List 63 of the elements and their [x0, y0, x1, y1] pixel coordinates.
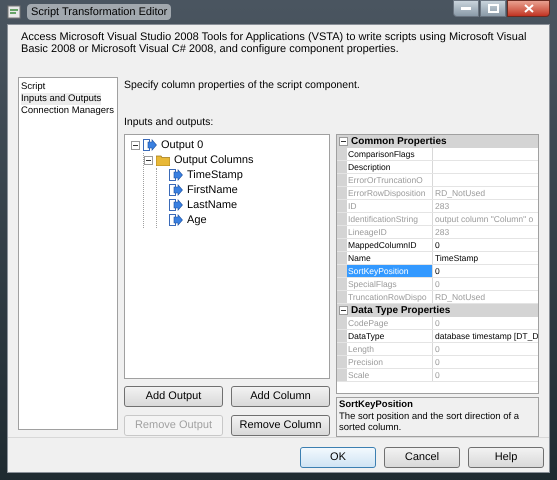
button[interactable]: Add Column [231, 386, 330, 406]
page-list-item[interactable]: Script [21, 81, 46, 93]
description-title: SortKeyPosition [339, 398, 414, 410]
tree-item[interactable]: TimeStamp [186, 168, 244, 182]
property-value[interactable]: 0 [433, 238, 440, 250]
tree-item[interactable]: Age [186, 214, 208, 226]
row-header [337, 278, 347, 290]
row-header [337, 212, 347, 224]
column-arrow-icon [143, 139, 157, 151]
app-icon [7, 5, 21, 19]
row-header [337, 238, 347, 250]
tree-label: Inputs and outputs: [124, 114, 214, 130]
row-header [337, 356, 347, 368]
category-header: Common Properties [351, 134, 447, 148]
button[interactable]: Add Output [124, 386, 223, 406]
row-header [337, 174, 347, 186]
button[interactable]: Cancel [384, 447, 460, 468]
row-header [337, 200, 347, 212]
row-header [337, 252, 347, 264]
collapse-icon[interactable] [339, 306, 348, 314]
property-name[interactable]: Name [347, 252, 433, 264]
property-name[interactable]: ComparisonFlags [347, 148, 433, 160]
row-header [337, 342, 347, 354]
intro-text: Access Microsoft Visual Studio 2008 Tools for Applications (VSTA) to write scripts using Microsoft Visual Basic 2008 or Microsoft Visual C# 2008, and configure component properties. [21, 31, 528, 55]
tree-item[interactable]: LastName [186, 198, 238, 212]
collapse-icon[interactable] [339, 136, 348, 146]
row-header [337, 330, 347, 342]
minimize-icon [461, 6, 471, 10]
page-list-item[interactable]: Inputs and Outputs [21, 93, 102, 105]
property-value[interactable]: 0 [433, 264, 440, 276]
maximize-icon [488, 4, 498, 13]
row-header [337, 226, 347, 238]
row-header [337, 264, 347, 276]
maximize-button[interactable] [480, 0, 506, 17]
button[interactable]: Help [468, 447, 544, 468]
close-button[interactable] [507, 0, 550, 17]
tree-item[interactable]: FirstName [186, 184, 239, 196]
close-icon [524, 4, 534, 13]
property-name[interactable]: MappedColumnID [347, 238, 433, 250]
column-arrow-icon [169, 184, 183, 196]
property-value[interactable]: TimeStamp [433, 252, 478, 264]
tree-item[interactable]: Output Columns [173, 154, 254, 166]
folder-icon [156, 154, 170, 166]
row-header [337, 186, 347, 198]
property-value[interactable]: database timestamp [DT_D [433, 330, 538, 342]
row-header [337, 368, 347, 380]
tree-item[interactable]: Output 0 [160, 138, 204, 152]
description-text: The sort position and the sort direction of a sorted column. [339, 410, 520, 432]
column-arrow-icon [169, 169, 183, 181]
button[interactable]: Remove Column [231, 414, 330, 436]
column-arrow-icon [169, 214, 183, 226]
button[interactable]: OK [300, 447, 376, 468]
window-title: Script Transformation Editor [27, 4, 172, 20]
category-header: Data Type Properties [351, 304, 450, 318]
row-header [337, 160, 347, 172]
page-list-item[interactable]: Connection Managers [21, 105, 114, 117]
section-heading: Specify column properties of the script component. [124, 78, 361, 93]
property-name[interactable]: Description [347, 160, 433, 172]
minimize-button[interactable] [453, 0, 479, 17]
column-arrow-icon [169, 199, 183, 211]
collapse-icon[interactable] [131, 140, 140, 150]
property-name[interactable]: DataType [347, 330, 433, 342]
collapse-icon[interactable] [144, 156, 153, 164]
